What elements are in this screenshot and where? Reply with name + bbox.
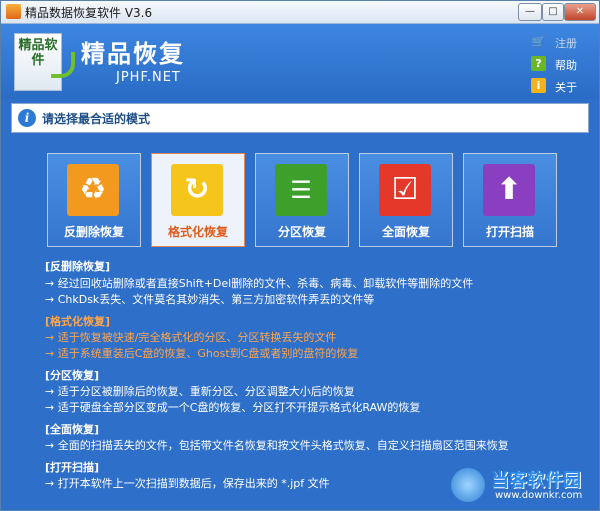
watermark-logo-icon xyxy=(451,468,485,502)
checklist-icon: ☰ xyxy=(275,164,327,216)
cart-icon: 🛒 xyxy=(531,35,546,48)
desc-line: → ChkDsk丢失、文件莫名其妙消失、第三方加密软件弄丢的文件等 xyxy=(45,293,375,306)
recycle-bin-icon: ♻ xyxy=(67,164,119,216)
mode-label: 全面恢复 xyxy=(381,225,430,239)
mode-open-scan-button[interactable]: ⬆ 打开扫描 xyxy=(463,153,557,247)
app-site: JPHF.NET xyxy=(116,70,181,85)
desc-line: → 适于分区被删除后的恢复、重新分区、分区调整大小后的恢复 xyxy=(45,385,355,398)
info-icon: i xyxy=(531,78,546,93)
desc-line: → 适于恢复被快速/完全格式化的分区、分区转换丢失的文件 xyxy=(45,331,337,344)
mode-label: 格式化恢复 xyxy=(167,225,228,239)
up-arrow-icon: ⬆ xyxy=(483,164,535,216)
app-window: 精品数据恢复软件 V3.6 — □ ✕ 精品软件 精品恢复 JPHF.NET 🛒… xyxy=(0,0,600,511)
mode-prompt-bar: i 请选择最合适的模式 xyxy=(11,103,589,133)
window-title: 精品数据恢复软件 V3.6 xyxy=(25,6,153,20)
mode-full-button[interactable]: ☑ 全面恢复 xyxy=(359,153,453,247)
watermark-url: www.downkr.com xyxy=(495,490,583,501)
watermark: 当客软件园 www.downkr.com xyxy=(451,464,596,506)
header-banner: 精品软件 精品恢复 JPHF.NET 🛒 注册 ? 帮助 i 关于 xyxy=(1,24,599,99)
info-circle-icon: i xyxy=(18,109,36,127)
mode-prompt-text: 请选择最合适的模式 xyxy=(42,112,151,126)
register-label: 注册 xyxy=(555,37,577,50)
checkbox-icon: ☑ xyxy=(379,164,431,216)
about-label: 关于 xyxy=(555,81,577,94)
mode-undelete-button[interactable]: ♻ 反删除恢复 xyxy=(47,153,141,247)
app-icon xyxy=(6,4,21,19)
app-name: 精品恢复 xyxy=(81,40,185,68)
refresh-icon: ↻ xyxy=(171,164,223,216)
minimize-button[interactable]: — xyxy=(518,3,542,21)
close-button[interactable]: ✕ xyxy=(564,3,596,21)
desc-heading: [反删除恢复] xyxy=(45,260,111,273)
desc-line: → 经过回收站删除或者直接Shift+Del删除的文件、杀毒、病毒、卸载软件等删… xyxy=(45,277,474,290)
desc-line: → 适于系统重装后C盘的恢复、Ghost到C盘或者别的盘符的恢复 xyxy=(45,347,359,360)
desc-heading: [全面恢复] xyxy=(45,423,100,436)
mode-label: 分区恢复 xyxy=(277,225,326,239)
help-icon: ? xyxy=(531,56,546,71)
desc-line: → 适于硬盘全部分区变成一个C盘的恢复、分区打不开提示格式化RAW的恢复 xyxy=(45,401,421,414)
mode-format-button[interactable]: ↻ 格式化恢复 xyxy=(151,153,245,247)
desc-heading: [分区恢复] xyxy=(45,369,100,382)
desc-heading: [格式化恢复] xyxy=(45,315,111,328)
help-label: 帮助 xyxy=(555,59,577,72)
maximize-button[interactable]: □ xyxy=(542,3,564,21)
desc-line: → 全面的扫描丢失的文件，包括带文件名恢复和按文件头格式恢复、自定义扫描扇区范围… xyxy=(45,439,509,452)
mode-partition-button[interactable]: ☰ 分区恢复 xyxy=(255,153,349,247)
desc-heading: [打开扫描] xyxy=(45,461,100,474)
desc-line: → 打开本软件上一次扫描到数据后，保存出来的 *.jpf 文件 xyxy=(45,477,330,490)
mode-label: 反删除恢复 xyxy=(63,225,124,239)
mode-selector: ♻ 反删除恢复 ↻ 格式化恢复 ☰ 分区恢复 ☑ 全面恢复 ⬆ 打开扫描 xyxy=(1,153,599,247)
mode-label: 打开扫描 xyxy=(485,225,534,239)
title-bar[interactable]: 精品数据恢复软件 V3.6 — □ ✕ xyxy=(1,1,599,24)
logo-arrow-icon xyxy=(51,52,75,78)
watermark-name: 当客软件园 xyxy=(491,470,581,491)
